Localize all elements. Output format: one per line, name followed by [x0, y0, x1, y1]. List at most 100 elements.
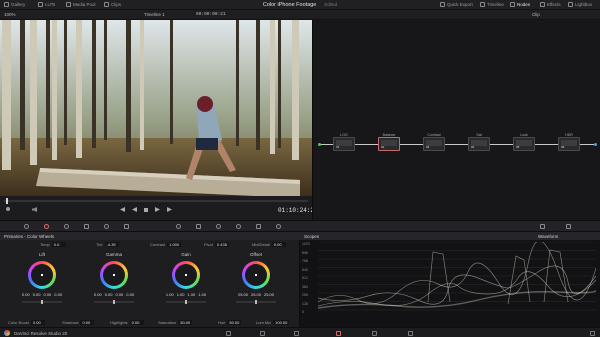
shadows-control[interactable]: Shadows 0.00 — [62, 320, 95, 325]
tracker-icon[interactable] — [216, 224, 221, 229]
deliver-page-icon[interactable] — [408, 330, 413, 336]
scope-mode-select[interactable]: Waveform — [538, 234, 558, 239]
wheel-value[interactable]: 25.00 — [264, 292, 274, 297]
wheel-value[interactable]: 25.00 — [251, 292, 261, 297]
master-wheel-slider[interactable] — [166, 300, 206, 304]
wheel-value[interactable]: 1.00 — [177, 292, 185, 297]
node-editor[interactable]: LOG 01 Balance 02 Contrast 03 Sat 04 Loo… — [312, 20, 600, 220]
scrubber[interactable] — [4, 198, 308, 204]
lightbox-button[interactable]: Lightbox — [568, 2, 592, 7]
saturation-control[interactable]: Saturation 50.00 — [158, 320, 193, 325]
lummix-control[interactable]: Lum Mix 100.00 — [256, 320, 290, 325]
cut-page-icon[interactable] — [260, 330, 265, 336]
middetail-control[interactable]: Mid/Detail 0.00 — [252, 242, 286, 247]
hdr-icon[interactable] — [64, 224, 69, 229]
settings-icon[interactable] — [590, 330, 595, 336]
window-icon[interactable] — [196, 224, 201, 229]
highlights-value[interactable]: 0.00 — [129, 320, 144, 325]
wheel-center-handle[interactable] — [185, 274, 187, 276]
wheel-value[interactable]: 0.00 — [44, 292, 52, 297]
wheel-value[interactable]: 0.00 — [116, 292, 124, 297]
curves-icon[interactable] — [124, 224, 129, 229]
key-icon[interactable] — [256, 224, 261, 229]
gamma-wheel[interactable]: Gamma 0.00 0.00 0.00 0.00 — [84, 252, 144, 314]
node-01[interactable]: LOG 01 — [333, 133, 355, 151]
wheel-value[interactable]: 1.00 — [166, 292, 174, 297]
node-03[interactable]: Contrast 03 — [423, 133, 445, 151]
camera-raw-icon[interactable] — [24, 224, 29, 229]
saturation-value[interactable]: 50.00 — [178, 320, 193, 325]
rgb-mixer-icon[interactable] — [84, 224, 89, 229]
video-viewer[interactable] — [0, 20, 312, 196]
export-icon — [440, 2, 445, 7]
scale-label: 896 — [302, 250, 308, 255]
wheel-center-handle[interactable] — [255, 274, 257, 276]
temp-value[interactable]: 0.0 — [51, 242, 66, 247]
sizing-icon[interactable] — [276, 224, 281, 229]
wheel-value[interactable]: 0.00 — [54, 292, 62, 297]
wheel-center-handle[interactable] — [113, 274, 115, 276]
gain-wheel[interactable]: Gain 1.00 1.00 1.00 1.00 — [156, 252, 216, 314]
info-icon[interactable] — [566, 224, 571, 229]
stop-icon[interactable] — [144, 207, 148, 212]
qualifier-icon[interactable] — [176, 224, 181, 229]
hue-value[interactable]: 50.00 — [227, 320, 242, 325]
effects-button[interactable]: Effects — [540, 2, 561, 7]
wheel-value[interactable]: 25.00 — [238, 292, 248, 297]
pivot-value[interactable]: 0.435 — [214, 242, 229, 247]
wheel-value[interactable]: 0.00 — [33, 292, 41, 297]
color-page-icon[interactable] — [336, 330, 341, 336]
node-02[interactable]: Balance 02 — [378, 133, 400, 151]
volume-icon[interactable] — [32, 207, 37, 212]
contrast-control[interactable]: Contrast 1.000 — [150, 242, 182, 247]
timeline-select[interactable]: Timeline 1 — [144, 12, 165, 17]
wheel-value[interactable]: 0.00 — [105, 292, 113, 297]
lummix-value[interactable]: 100.00 — [273, 320, 290, 325]
playhead[interactable] — [6, 198, 8, 204]
blur-icon[interactable] — [236, 224, 241, 229]
motion-effects-icon[interactable] — [104, 224, 109, 229]
color-wheels-icon[interactable] — [44, 224, 49, 229]
node-number: 01 — [336, 145, 340, 149]
master-wheel-slider[interactable] — [236, 300, 276, 304]
node-06[interactable]: HDR 06 — [558, 133, 580, 151]
lightbox-icon — [568, 2, 573, 7]
go-to-start-icon[interactable] — [120, 207, 125, 212]
lift-wheel[interactable]: Lift 0.00 0.00 0.00 0.00 — [12, 252, 72, 314]
tint-value[interactable]: -4.39 — [104, 242, 119, 247]
master-wheel-slider[interactable] — [94, 300, 134, 304]
timeline-button[interactable]: Timeline — [480, 2, 504, 7]
media-page-icon[interactable] — [226, 330, 231, 336]
tint-control[interactable]: Tint -4.39 — [96, 242, 119, 247]
node-mode-select[interactable]: Clip — [532, 12, 540, 17]
shadows-value[interactable]: 0.00 — [80, 320, 95, 325]
wheel-value[interactable]: 0.00 — [94, 292, 102, 297]
wheel-center-handle[interactable] — [41, 274, 43, 276]
go-to-end-icon[interactable] — [167, 207, 172, 212]
play-icon[interactable] — [155, 207, 160, 212]
nodes-button[interactable]: Nodes — [510, 2, 530, 7]
offset-wheel[interactable]: Offset 25.00 25.00 25.00 — [226, 252, 286, 314]
temp-control[interactable]: Temp 0.0 — [40, 242, 66, 247]
loop-icon[interactable] — [6, 207, 10, 211]
node-05[interactable]: Look 05 — [513, 133, 535, 151]
edit-page-icon[interactable] — [294, 330, 299, 336]
colorboost-control[interactable]: Color Boost 0.00 — [8, 320, 45, 325]
scopes-toggle-icon[interactable] — [540, 224, 545, 229]
middetail-value[interactable]: 0.00 — [271, 242, 286, 247]
wheel-value[interactable]: 0.00 — [126, 292, 134, 297]
reverse-play-icon[interactable] — [132, 207, 137, 212]
fairlight-page-icon[interactable] — [372, 330, 377, 336]
contrast-value[interactable]: 1.000 — [167, 242, 182, 247]
highlights-control[interactable]: Highlights 0.00 — [110, 320, 144, 325]
hue-control[interactable]: Hue 50.00 — [218, 320, 242, 325]
wheel-value[interactable]: 1.00 — [188, 292, 196, 297]
node-04[interactable]: Sat 04 — [468, 133, 490, 151]
wheel-value[interactable]: 0.00 — [22, 292, 30, 297]
master-wheel-slider[interactable] — [22, 300, 62, 304]
quick-export-button[interactable]: Quick Export — [440, 2, 473, 7]
colorboost-value[interactable]: 0.00 — [30, 320, 45, 325]
wheel-value[interactable]: 1.00 — [198, 292, 206, 297]
pivot-control[interactable]: Pivot 0.435 — [204, 242, 229, 247]
zoom-select[interactable]: 100% — [4, 12, 16, 17]
